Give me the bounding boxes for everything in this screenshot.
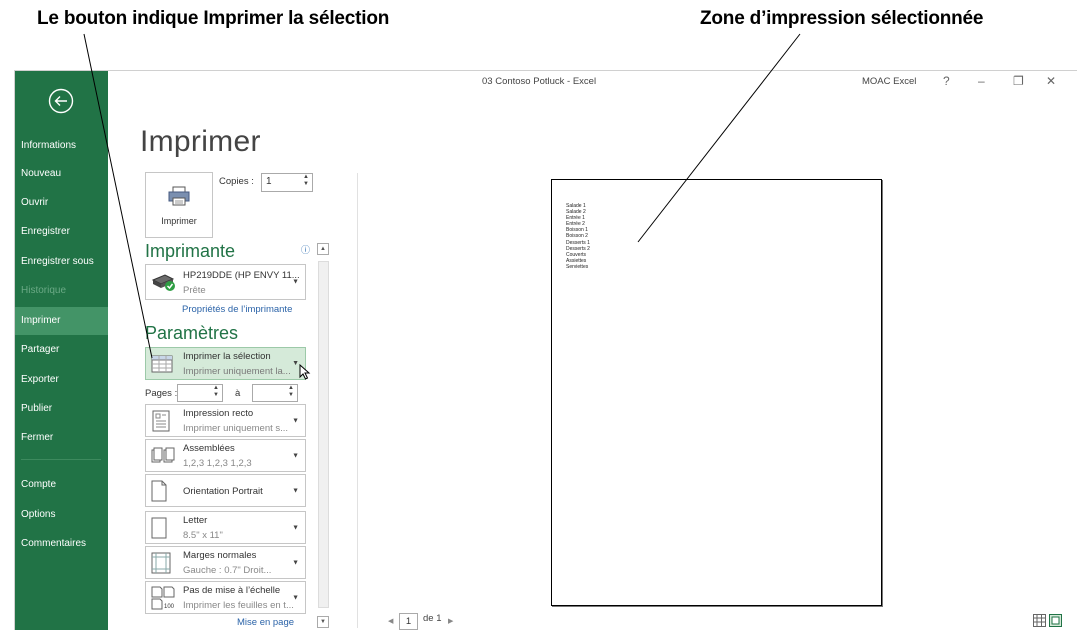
callout-lines — [83, 33, 801, 359]
